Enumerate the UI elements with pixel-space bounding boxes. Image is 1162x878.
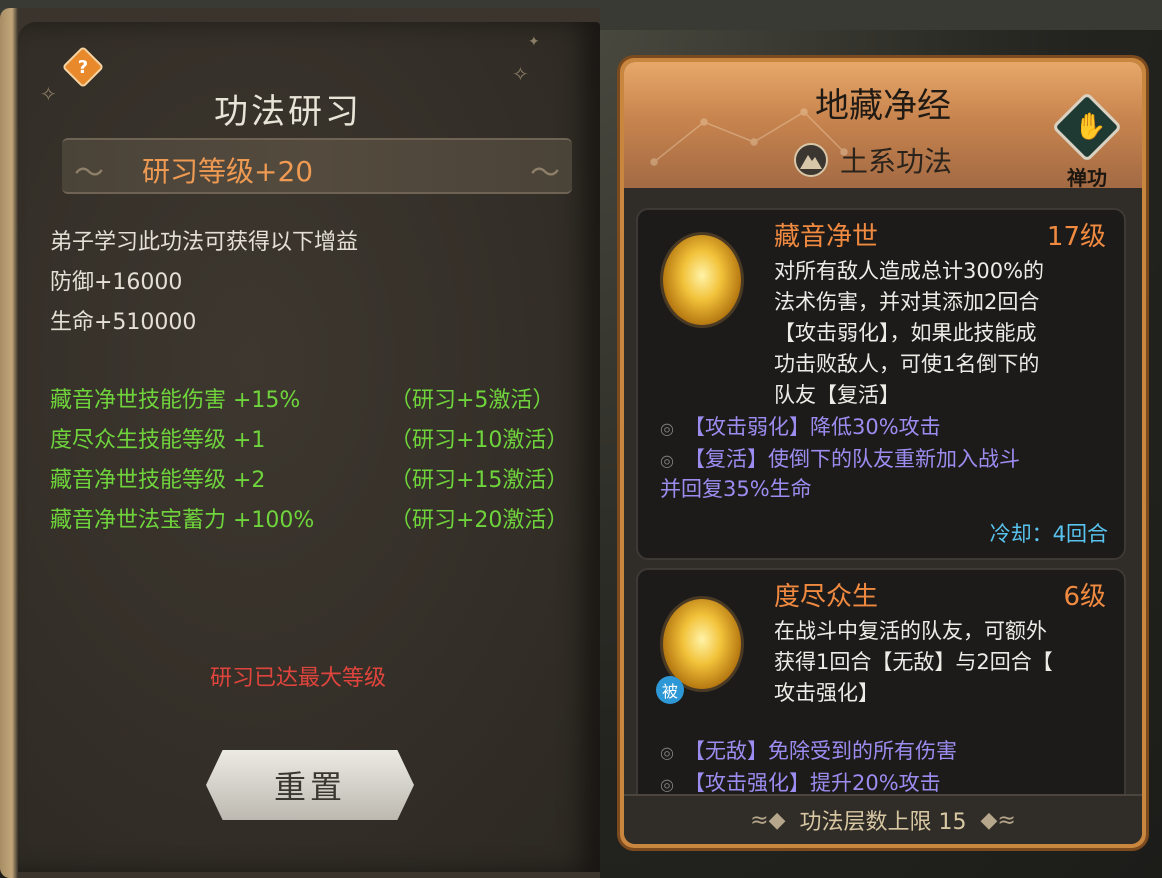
scroll-curl-left-icon: 〜: [74, 156, 104, 191]
bonus-effect: 藏音净世技能伤害 +15%: [50, 388, 301, 413]
intro-text: 弟子学习此功法可获得以下增益: [50, 230, 359, 255]
zen-type-badge: ✋ 禅功: [1050, 91, 1124, 190]
stat-defense: 防御+16000: [50, 270, 183, 295]
layer-limit-footer: ≈◆ 功法层数上限 15 ◆≈: [624, 794, 1142, 844]
skill-description-line: 功击败敌人，可使1名倒下的: [774, 352, 1040, 376]
earth-element-icon: [794, 143, 828, 177]
skill-card: 被 度尽众生 6级 在战斗中复活的队友，可额外 获得1回合【无敌】与2回合【 攻…: [636, 568, 1126, 828]
swirl-bullet-icon: ◎: [660, 419, 674, 438]
technique-header: 地藏净经 土系功法 ✋ 禅功: [624, 62, 1142, 190]
sparkle-icon: ✧: [512, 62, 529, 86]
swirl-bullet-icon: ◎: [660, 775, 674, 794]
bonus-effect: 藏音净世技能等级 +2: [50, 468, 266, 493]
skill-description: 在战斗中复活的队友，可额外 获得1回合【无敌】与2回合【 攻击强化】: [774, 616, 1120, 709]
skill-description-line: 法术伤害，并对其添加2回合: [774, 290, 1040, 314]
skill-level: 17级: [1046, 222, 1106, 252]
zen-type-label: 禅功: [1067, 166, 1107, 190]
layer-limit-text: 功法层数上限 15: [799, 810, 967, 835]
swirl-bullet-icon: ◎: [660, 451, 674, 470]
bonus-effect: 度尽众生技能等级 +1: [50, 428, 266, 453]
technique-card: 地藏净经 土系功法 ✋ 禅功 藏音净世 17级 对所有敌人造成总计300%的 法…: [620, 58, 1146, 848]
palm-icon: ✋: [1074, 112, 1107, 142]
max-level-message: 研习已达最大等级: [210, 666, 387, 691]
skill-name: 度尽众生: [774, 582, 879, 612]
passive-badge: 被: [656, 676, 684, 704]
skill-description-line: 对所有敌人造成总计300%的: [774, 259, 1045, 283]
stat-health: 生命+510000: [50, 310, 197, 335]
sparkle-icon: ✧: [40, 82, 57, 106]
effect-line: ◎ 【攻击弱化】降低30%攻击: [660, 412, 1110, 444]
effect-line: ◎ 【无敌】免除受到的所有伤害: [660, 736, 1110, 768]
skill-description-line: 攻击强化】: [774, 681, 879, 705]
bonus-requirement: （研习+15激活）: [390, 468, 569, 493]
reset-button-label: 重置: [273, 768, 346, 806]
effect-text: 【攻击弱化】降低30%攻击: [683, 415, 941, 439]
bonus-requirement: （研习+5激活）: [390, 388, 555, 413]
skill-description: 对所有敌人造成总计300%的 法术伤害，并对其添加2回合 【攻击弱化】，如果此技…: [774, 256, 1120, 411]
skill-card: 藏音净世 17级 对所有敌人造成总计300%的 法术伤害，并对其添加2回合 【攻…: [636, 208, 1126, 560]
effect-text: 并回复35%生命: [660, 477, 812, 501]
effect-text: 【无敌】免除受到的所有伤害: [683, 739, 957, 763]
bonus-requirement: （研习+10激活）: [390, 428, 569, 453]
bonus-row: 藏音净世技能伤害 +15% （研习+5激活）: [50, 382, 570, 413]
skill-description-line: 【攻击弱化】，如果此技能成: [774, 321, 1037, 345]
skill-cooldown: 冷却：4回合: [989, 522, 1108, 546]
skill-description-line: 队友【复活】: [774, 383, 900, 407]
element-row: 土系功法: [794, 142, 952, 178]
effect-line: 并回复35%生命: [660, 474, 1110, 504]
study-level: 研习等级+20: [142, 155, 314, 188]
ornament-left-icon: ≈◆: [750, 807, 786, 833]
effect-text: 【攻击强化】提升20%攻击: [683, 771, 941, 795]
bonus-row: 藏音净世技能等级 +2 （研习+15激活）: [50, 462, 570, 493]
help-icon: ?: [77, 56, 89, 78]
bonus-row: 藏音净世法宝蓄力 +100% （研习+20激活）: [50, 502, 570, 533]
technique-card-inner: 地藏净经 土系功法 ✋ 禅功 藏音净世 17级 对所有敌人造成总计300%的 法…: [624, 62, 1142, 844]
effect-line: ◎ 【复活】使倒下的队友重新加入战斗: [660, 444, 1110, 476]
skill-name: 藏音净世: [774, 222, 879, 252]
buddha-skill-icon: [660, 232, 744, 328]
element-label: 土系功法: [840, 145, 953, 178]
sparkle-icon: ✦: [528, 34, 540, 50]
effect-text: 【复活】使倒下的队友重新加入战斗: [683, 447, 1020, 471]
ornament-right-icon: ◆≈: [980, 807, 1016, 833]
swirl-bullet-icon: ◎: [660, 743, 674, 762]
level-banner: 〜 研习等级+20 〜: [62, 138, 572, 194]
scroll-curl-right-icon: 〜: [530, 156, 560, 191]
reset-button[interactable]: 重置: [206, 750, 414, 820]
bonus-requirement: （研习+20激活）: [390, 508, 569, 533]
bonus-row: 度尽众生技能等级 +1 （研习+10激活）: [50, 422, 570, 453]
skill-level: 6级: [1063, 582, 1106, 612]
skill-description-line: 在战斗中复活的队友，可额外: [774, 619, 1047, 643]
bonus-effect: 藏音净世法宝蓄力 +100%: [50, 508, 315, 533]
skill-description-line: 获得1回合【无敌】与2回合【: [774, 650, 1053, 674]
panel-title: 功法研习: [214, 92, 362, 132]
